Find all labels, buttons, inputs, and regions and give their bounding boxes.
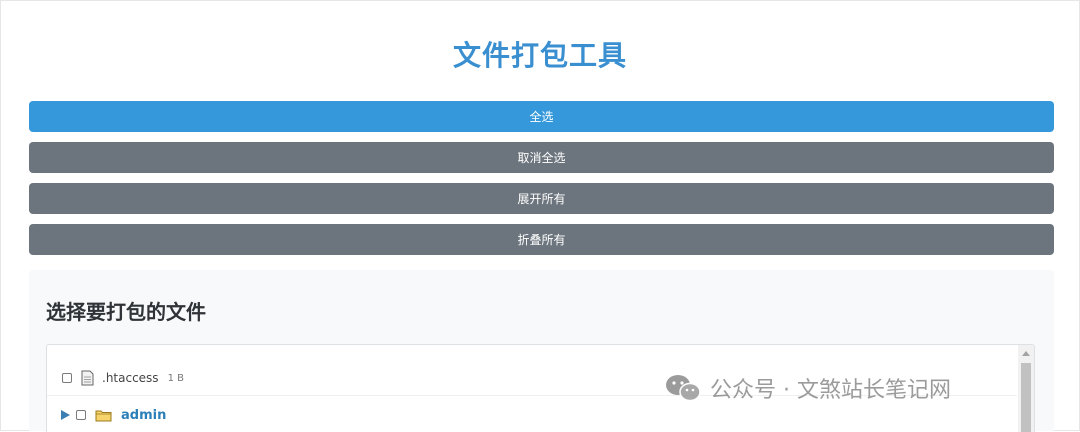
folder-icon xyxy=(95,410,112,421)
scrollbar[interactable] xyxy=(1018,345,1034,432)
expand-arrow-icon[interactable] xyxy=(61,410,70,420)
file-checkbox[interactable] xyxy=(62,373,72,383)
file-name: .htaccess xyxy=(102,371,159,385)
panel-title: 选择要打包的文件 xyxy=(46,300,206,324)
scroll-thumb[interactable] xyxy=(1021,363,1031,432)
folder-row[interactable]: admin xyxy=(47,397,1017,432)
file-row[interactable]: .htaccess 1 B xyxy=(47,361,1017,396)
page-title: 文件打包工具 xyxy=(452,39,627,72)
file-tree: .htaccess 1 B admin xyxy=(46,344,1035,432)
file-size: 1 B xyxy=(167,372,184,384)
file-selection-panel: 选择要打包的文件 .htaccess 1 B admin xyxy=(29,270,1054,432)
expand-all-button[interactable]: 展开所有 xyxy=(29,183,1054,214)
collapse-all-button[interactable]: 折叠所有 xyxy=(29,224,1054,255)
folder-checkbox[interactable] xyxy=(76,410,86,420)
file-icon xyxy=(81,370,94,386)
folder-name[interactable]: admin xyxy=(121,408,166,423)
scroll-up-icon[interactable] xyxy=(1022,351,1030,356)
select-all-button[interactable]: 全选 xyxy=(29,101,1054,132)
deselect-all-button[interactable]: 取消全选 xyxy=(29,142,1054,173)
